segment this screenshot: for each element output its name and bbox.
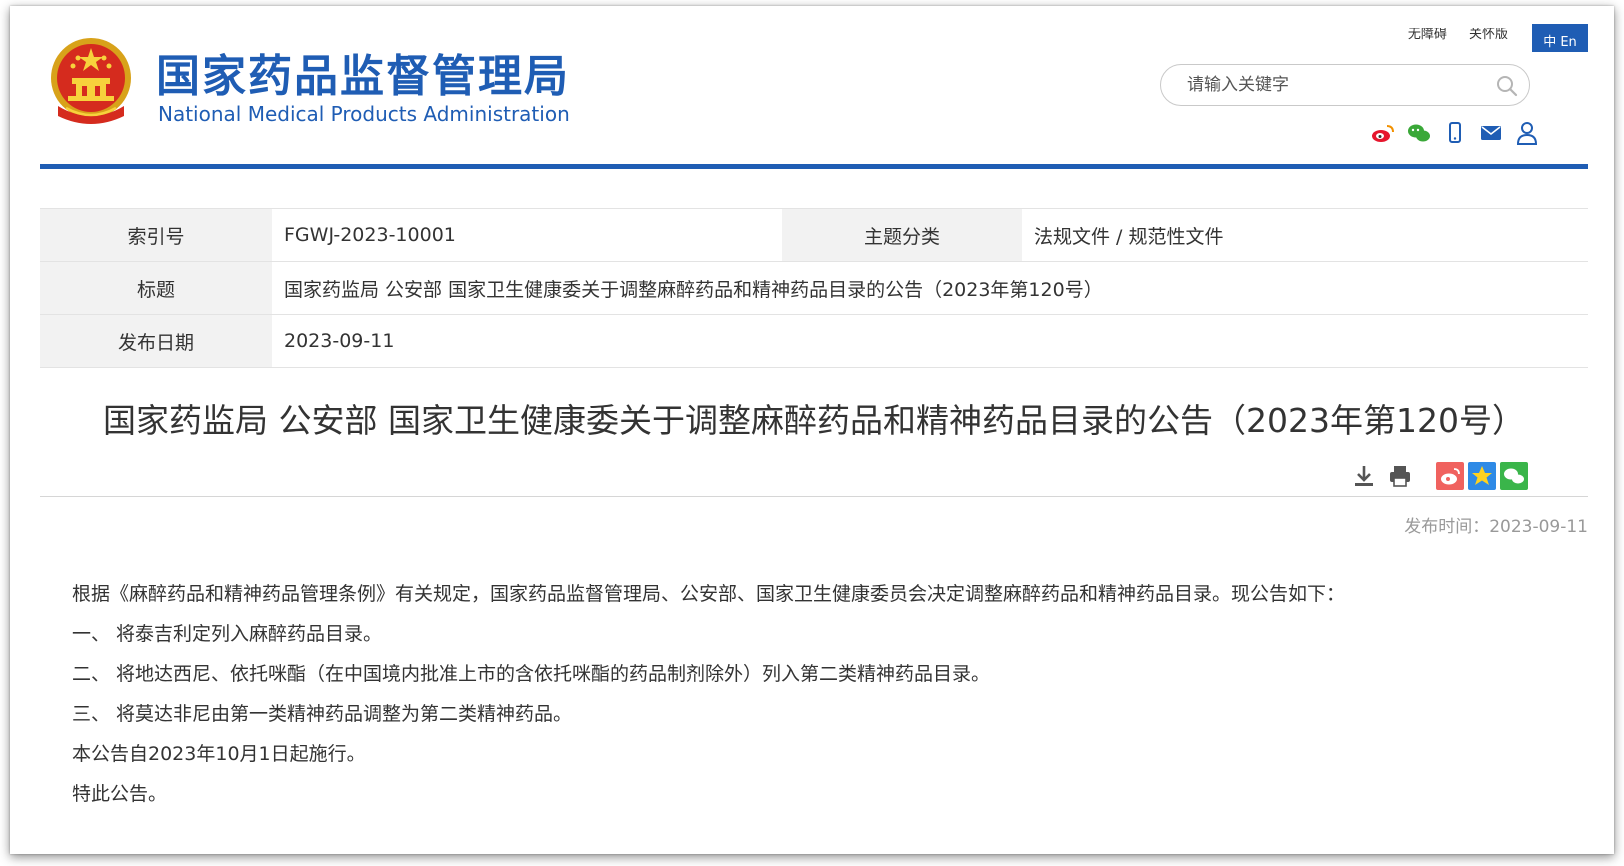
- article-title: 国家药监局 公安部 国家卫生健康委关于调整麻醉药品和精神药品目录的公告（2023…: [103, 401, 1525, 440]
- date-label: 发布日期: [40, 314, 272, 368]
- category-label: 主题分类: [782, 208, 1022, 262]
- weibo-icon[interactable]: [1370, 120, 1396, 146]
- site-title[interactable]: 国家药品监督管理局: [156, 40, 570, 104]
- top-links: 无障碍 关怀版: [1390, 28, 1508, 40]
- language-switch-button[interactable]: 中 En: [1532, 24, 1588, 52]
- page-content: 国家药品监督管理局 National Medical Products Admi…: [40, 6, 1588, 854]
- article-paragraph: 根据《麻醉药品和精神药品管理条例》有关规定，国家药品监督管理局、公安部、国家卫生…: [72, 583, 1346, 605]
- accessibility-link[interactable]: 无障碍: [1408, 28, 1447, 40]
- article-body: 根据《麻醉药品和精神药品管理条例》有关规定，国家药品监督管理局、公安部、国家卫生…: [72, 578, 1572, 818]
- national-emblem-icon: [51, 38, 131, 124]
- article-paragraph: 一、 将泰吉利定列入麻醉药品目录。: [72, 623, 383, 645]
- site-subtitle: National Medical Products Administration: [158, 102, 570, 126]
- publish-time: 发布时间：2023-09-11: [1404, 517, 1588, 537]
- social-links: [1370, 120, 1540, 146]
- mobile-icon[interactable]: [1442, 120, 1468, 146]
- header-divider: [40, 164, 1588, 169]
- article-paragraph: 二、 将地达西尼、依托咪酯（在中国境内批准上市的含依托咪酯的药品制剂除外）列入第…: [72, 663, 991, 685]
- wechat-icon[interactable]: [1406, 120, 1432, 146]
- index-label: 索引号: [40, 208, 272, 262]
- article-tools: [1350, 462, 1528, 490]
- table-row: 发布日期 2023-09-11: [40, 314, 1588, 368]
- title-value: 国家药监局 公安部 国家卫生健康委关于调整麻醉药品和精神药品目录的公告（2023…: [272, 261, 1588, 315]
- date-value: 2023-09-11: [272, 314, 1588, 368]
- download-icon[interactable]: [1350, 462, 1378, 490]
- table-row: 标题 国家药监局 公安部 国家卫生健康委关于调整麻醉药品和精神药品目录的公告（2…: [40, 261, 1588, 315]
- page-frame: 国家药品监督管理局 National Medical Products Admi…: [10, 6, 1614, 854]
- wechat-share-icon[interactable]: [1500, 462, 1528, 490]
- print-icon[interactable]: [1386, 462, 1414, 490]
- search-icon[interactable]: [1495, 74, 1519, 98]
- care-mode-link[interactable]: 关怀版: [1469, 28, 1508, 40]
- table-row: 索引号 FGWJ-2023-10001 主题分类 法规文件 / 规范性文件: [40, 208, 1588, 262]
- search-input[interactable]: [1185, 74, 1489, 96]
- weibo-share-icon[interactable]: [1436, 462, 1464, 490]
- document-metadata-table: 索引号 FGWJ-2023-10001 主题分类 法规文件 / 规范性文件 标题…: [40, 208, 1588, 368]
- title-divider: [40, 496, 1588, 497]
- title-label: 标题: [40, 261, 272, 315]
- index-value: FGWJ-2023-10001: [272, 208, 782, 262]
- favorite-icon[interactable]: [1468, 462, 1496, 490]
- article-paragraph: 特此公告。: [72, 783, 168, 805]
- article-paragraph: 本公告自2023年10月1日起施行。: [72, 743, 366, 765]
- mail-icon[interactable]: [1478, 120, 1504, 146]
- article-paragraph: 三、 将莫达非尼由第一类精神药品调整为第二类精神药品。: [72, 703, 573, 725]
- search-box: [1160, 64, 1530, 106]
- user-icon[interactable]: [1514, 120, 1540, 146]
- category-value: 法规文件 / 规范性文件: [1022, 208, 1588, 262]
